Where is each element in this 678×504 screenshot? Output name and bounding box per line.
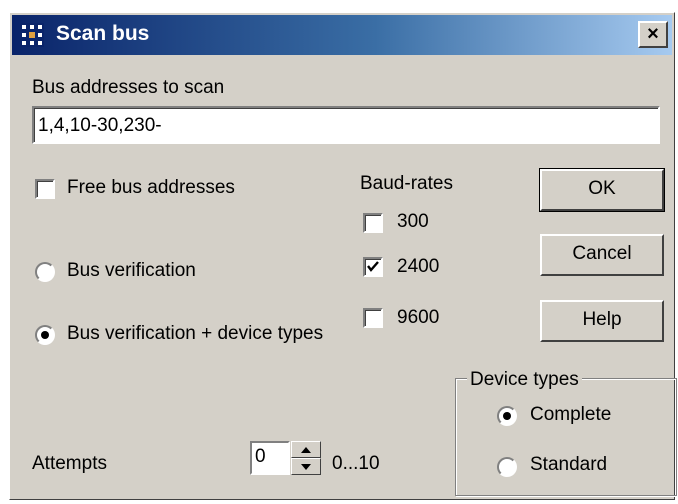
close-icon: × — [647, 23, 659, 45]
attempts-range: 0...10 — [332, 453, 380, 474]
standard-label: Standard — [530, 454, 608, 475]
device-types-group — [455, 378, 677, 496]
grid-app-icon — [20, 23, 44, 47]
baud-9600-checkbox[interactable] — [363, 308, 383, 328]
scan-bus-dialog: Scan bus × Bus addresses to scan 1,4,10-… — [9, 12, 677, 500]
cancel-button[interactable]: Cancel — [540, 234, 664, 276]
bus-verification-label: Bus verification — [67, 260, 196, 281]
baud-rates-label: Baud-rates — [360, 173, 453, 194]
attempts-spinner — [291, 441, 321, 475]
help-button[interactable]: Help — [540, 300, 664, 342]
bus-verification-radio[interactable] — [35, 262, 55, 282]
spin-down-button[interactable] — [291, 458, 321, 475]
baud-300-checkbox[interactable] — [363, 213, 383, 233]
spin-up-button[interactable] — [291, 441, 321, 458]
baud-300-label: 300 — [397, 211, 429, 232]
baud-2400-label: 2400 — [397, 256, 440, 277]
addresses-label: Bus addresses to scan — [32, 77, 225, 98]
spin-up-icon — [301, 447, 311, 453]
free-addresses-label: Free bus addresses — [67, 177, 235, 198]
complete-label: Complete — [530, 404, 612, 425]
bus-verification-types-radio[interactable] — [35, 325, 55, 345]
addresses-input[interactable]: 1,4,10-30,230- — [32, 106, 660, 144]
radio-selected-dot — [503, 412, 511, 420]
close-button[interactable]: × — [638, 21, 668, 48]
bus-verification-types-label: Bus verification + device types — [67, 323, 324, 344]
attempts-input[interactable]: 0 — [250, 441, 290, 475]
standard-radio[interactable] — [497, 457, 517, 477]
free-addresses-checkbox[interactable] — [35, 179, 55, 199]
attempts-label: Attempts — [32, 453, 107, 474]
window-title: Scan bus — [56, 22, 150, 45]
radio-selected-dot — [41, 331, 49, 339]
baud-9600-label: 9600 — [397, 307, 440, 328]
complete-radio[interactable] — [497, 406, 517, 426]
device-types-label: Device types — [467, 369, 582, 391]
title-bar[interactable]: Scan bus × — [12, 15, 672, 55]
checkmark-icon — [367, 261, 379, 272]
baud-2400-checkbox[interactable] — [363, 257, 383, 277]
ok-button[interactable]: OK — [539, 168, 665, 212]
spin-down-icon — [301, 464, 311, 470]
